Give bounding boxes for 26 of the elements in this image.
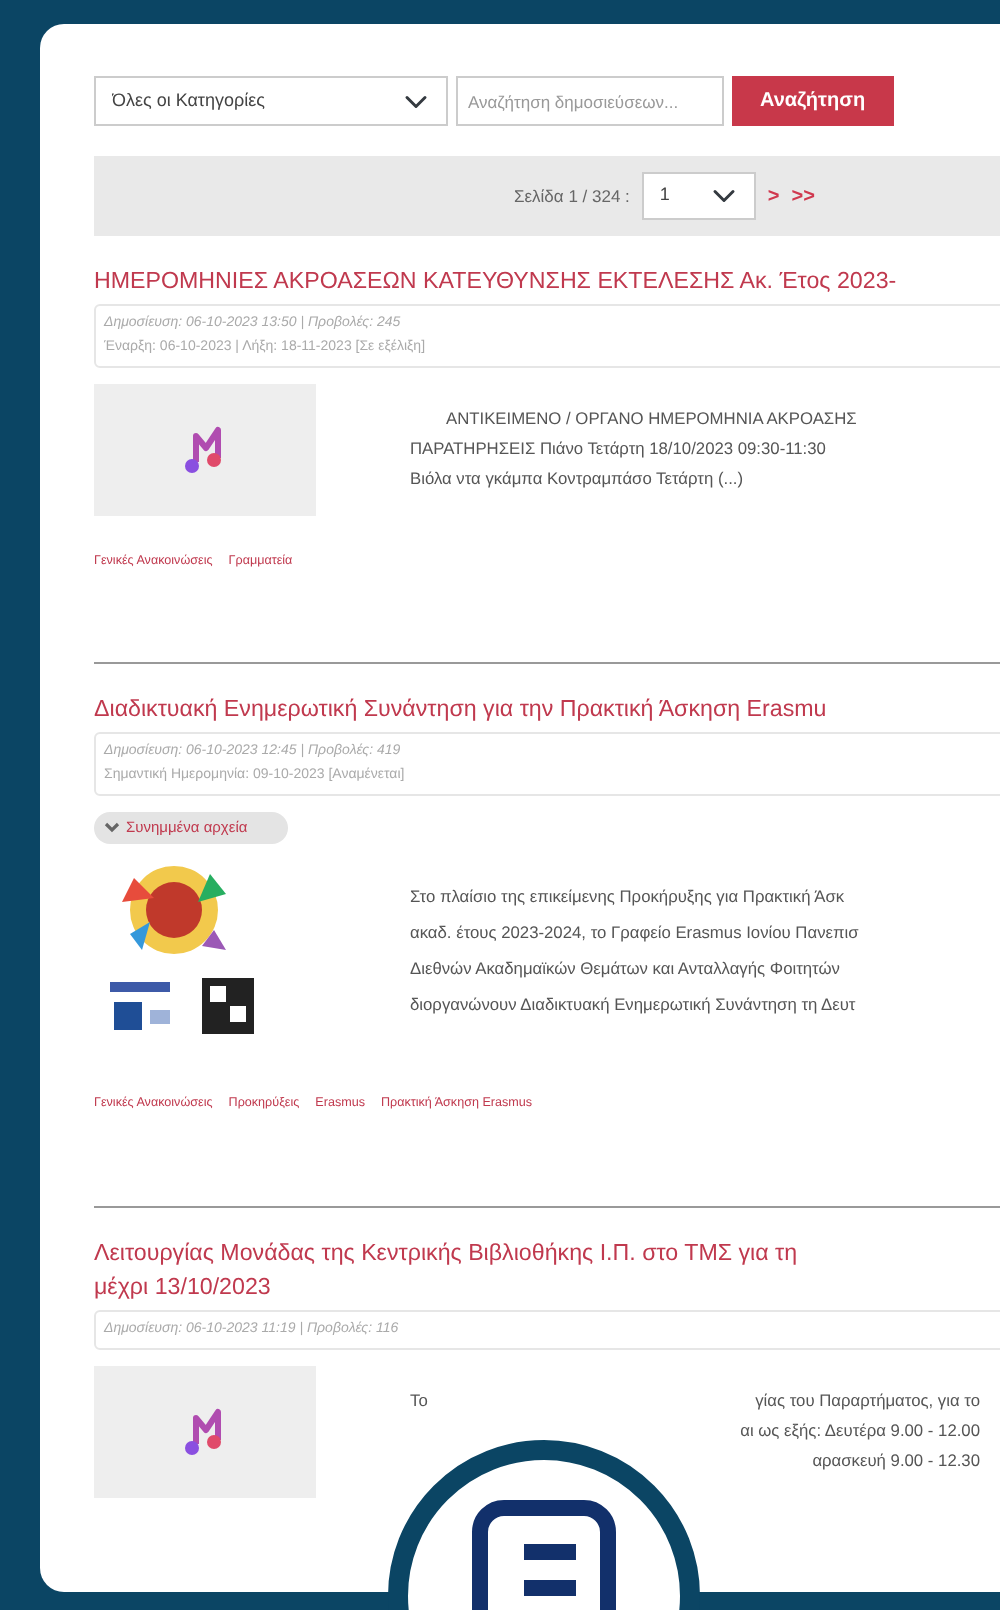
body-text: Διεθνών Ακαδημαϊκών Θεμάτων και Ανταλλαγής Φοιτητών (410, 956, 840, 983)
body-text: Στο πλαίσιο της επικείμενης Προκήρυξης για Πρακτική Άσκ (410, 884, 845, 911)
body-text: αι ως εξής: Δευτέρα 9.00 - 12.00 (740, 1417, 980, 1444)
music-note-icon (183, 424, 227, 476)
post-title-link[interactable]: Λειτουργίας Μονάδας της Κεντρικής Βιβλιοθήκης Ι.Π. στο ΤΜΣ για τη (94, 1235, 1000, 1269)
body-text: ΠΑΡΑΤΗΡΗΣΕΙΣ Πιάνο Τετάρτη 18/10/2023 09:30-11:30 (410, 436, 826, 462)
next-page-link[interactable]: >> (791, 181, 815, 211)
body-text: διοργανώνουν Διαδικτυακή Ενημερωτική Συνάντηση τη Δευτ (410, 992, 856, 1019)
search-button[interactable]: Αναζήτηση (732, 76, 894, 126)
body-text: αρασκευή 9.00 - 12.30 (812, 1447, 980, 1474)
post-title-link[interactable]: Διαδικτυακή Ενημερωτική Συνάντηση για την Πρακτική Άσκηση Erasmu (94, 692, 1000, 727)
chevron-icon (104, 822, 120, 835)
search-field[interactable]: Αναζήτηση δημοσιεύσεων... (456, 76, 724, 126)
body-text: γίας του Παραρτήματος, για το (755, 1387, 980, 1414)
body-text: ΑΝΤΙΚΕΙΜΕΝΟ / ΟΡΓΑΝΟ ΗΜΕΡΟΜΗΝΙΑ ΑΚΡΟΑΣΗΣ (446, 406, 857, 432)
music-note-icon (183, 1405, 227, 1457)
body-text: Το (410, 1387, 428, 1413)
body-text: ακαδ. έτους 2023-2024, το Γραφείο Erasmus Ιονίου Πανεπισ (410, 920, 859, 947)
page-select[interactable]: 1 (641, 172, 756, 220)
document-icon (472, 1500, 616, 1610)
page-label: Σελίδα 1 / 324 : (514, 183, 630, 209)
next-page-link[interactable]: > (767, 181, 780, 211)
post-title-link[interactable]: ΗΜΕΡΟΜΗΝΙΕΣ ΑΚΡΟΑΣΕΩΝ ΚΑΤΕΥΘΥΝΣΗΣ ΕΚΤΕΛΕΣΗΣ Ακ. Έτος 2023- (94, 264, 1000, 298)
body-text: Βιόλα ντα γκάμπα Κοντραμπάσο Τετάρτη (...) (410, 466, 744, 492)
category-select[interactable]: Όλες οι Κατηγορίες (94, 76, 448, 126)
post-title-link[interactable]: μέχρι 13/10/2023 (94, 1269, 1000, 1303)
